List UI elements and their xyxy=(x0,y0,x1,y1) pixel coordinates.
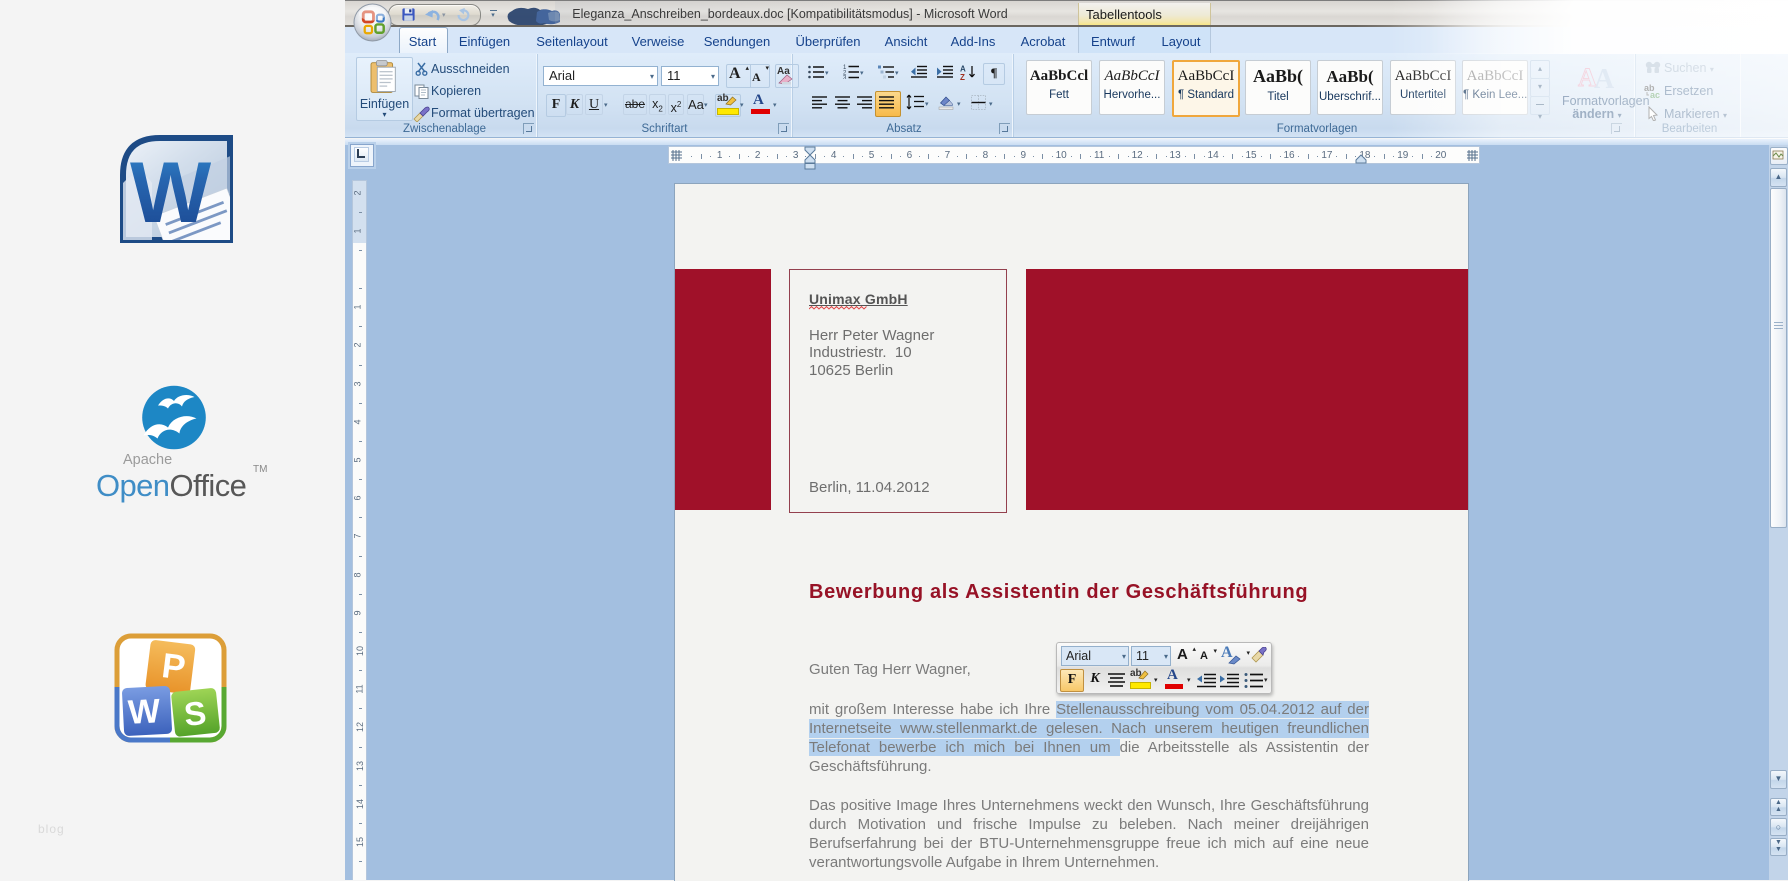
svg-text:TM: TM xyxy=(253,464,267,475)
svg-text:OpenOffice: OpenOffice xyxy=(96,468,246,503)
svg-text:3: 3 xyxy=(843,76,847,80)
svg-text:S: S xyxy=(182,694,208,733)
svg-text:A: A xyxy=(1594,64,1615,90)
svg-text:P: P xyxy=(160,646,188,688)
svg-text:W: W xyxy=(127,692,162,732)
svg-text:W: W xyxy=(130,145,212,241)
svg-text:ac: ac xyxy=(1650,90,1660,99)
svg-text:Z: Z xyxy=(960,73,965,80)
svg-text:Apache: Apache xyxy=(123,452,172,468)
